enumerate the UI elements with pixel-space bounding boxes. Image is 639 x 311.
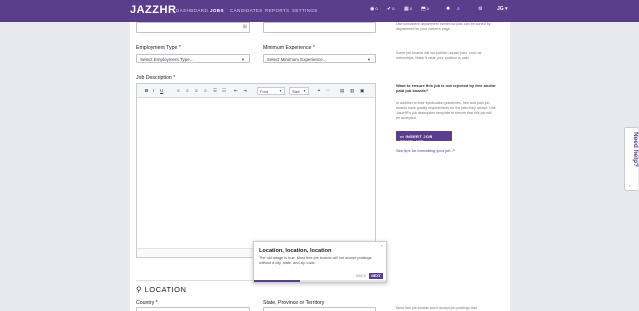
lookup-icon[interactable]: ⊞ [243, 24, 247, 30]
department-hint: Use consistent department names so jobs … [396, 22, 491, 31]
tooltip-body: The old adage is true. Most free job boa… [259, 256, 372, 265]
job-description-label: Job Description * [136, 75, 175, 81]
state-input[interactable] [263, 307, 376, 311]
unlink-icon[interactable]: ⚯ [326, 88, 330, 94]
employment-hint: Some job boards will not publish unpaid … [396, 51, 482, 60]
map-pin-icon: ⚲ [136, 285, 142, 294]
employment-type-select[interactable]: Select Employment Type... ▼ [136, 54, 250, 63]
thumbs-up-icon[interactable]: ✔0 [387, 6, 394, 12]
need-help-label: Need help? [632, 132, 639, 168]
location-hint: Most free job boards won't accept job po… [396, 306, 477, 310]
location-title-text: LOCATION [144, 285, 187, 294]
external-link-icon: ↗ [451, 148, 455, 153]
required-mark: * [173, 75, 176, 81]
tooltip-back-button[interactable]: BACK [356, 274, 366, 278]
required-mark: * [178, 45, 181, 51]
top-right-input[interactable] [263, 22, 376, 33]
country-select[interactable] [136, 307, 250, 311]
min-experience-label: Minimum Experience * [263, 45, 315, 51]
nav-jobs[interactable]: JOBS [210, 8, 224, 13]
insert-job-template-button[interactable]: ▭ INSERT JOB TEMPLATE [396, 131, 452, 144]
required-mark: * [155, 300, 158, 306]
walkthrough-tooltip: × Location, location, location The old a… [253, 241, 387, 283]
country-label: Country * [136, 300, 158, 306]
size-select[interactable]: Size ▼ [289, 87, 309, 95]
source-icon[interactable]: ▤ [340, 88, 344, 94]
align-left-icon[interactable]: ≡ [177, 88, 180, 93]
min-experience-value: Select Minimum Experience... [267, 57, 327, 62]
chevron-down-icon: ▼ [279, 89, 282, 93]
tooltip-progress-bar [254, 280, 386, 282]
numbered-list-icon[interactable]: ☷ [222, 88, 226, 94]
align-center-icon[interactable]: ≡ [186, 88, 189, 93]
paste-icon[interactable]: ▥ [350, 88, 354, 94]
formatting-tips-link[interactable]: See tips for formatting your job ↗ [396, 148, 455, 153]
inbox-icon[interactable]: ⬒0 [421, 6, 429, 12]
size-select-label: Size [292, 89, 300, 94]
need-help-tab[interactable]: Need help? ‹ [624, 127, 639, 191]
required-mark: * [312, 45, 315, 51]
font-select[interactable]: Font ▼ [257, 87, 285, 95]
state-label: State, Province or Territory [263, 300, 325, 306]
user-menu[interactable]: JG ▾ [497, 6, 508, 12]
nav-settings[interactable]: SETTINGS [292, 8, 318, 13]
outdent-icon[interactable]: ⇤ [234, 88, 238, 94]
bullet-list-icon[interactable]: ☰ [213, 88, 217, 94]
nav-dashboard[interactable]: DASHBOARD [176, 8, 208, 13]
job-description-editor[interactable]: B I U ≡ ≡ ≡ ≡ ☰ ☷ ⇤ ⇥ Font ▼ Size ▼ ⚭ ⚯ ▤ … [136, 83, 376, 258]
user-initials: JG [497, 6, 504, 12]
bold-icon[interactable]: B [145, 88, 148, 93]
calendar-icon[interactable]: ▦0 [404, 6, 412, 12]
free-boards-question: Want to ensure this job is not rejected … [396, 83, 496, 93]
align-justify-icon[interactable]: ≡ [204, 88, 207, 93]
nav-reports[interactable]: REPORTS [265, 8, 289, 13]
tooltip-progress-fill [254, 280, 301, 282]
align-right-icon[interactable]: ≡ [195, 88, 198, 93]
lightbulb-icon[interactable]: ✹ [446, 6, 450, 12]
country-label-text: Country [136, 300, 155, 306]
inbox-count: 0 [426, 6, 429, 11]
syndication-hint: In addition to their syndication guideli… [396, 101, 496, 120]
calendar-count: 0 [409, 6, 412, 11]
eye-count: 0 [375, 6, 378, 11]
job-description-label-text: Job Description [136, 75, 172, 81]
top-nav-bar: JAZZHR DASHBOARD JOBS CANDIDATES REPORTS… [0, 0, 639, 22]
indent-icon[interactable]: ⇥ [243, 88, 247, 94]
employment-type-label: Employment Type * [136, 45, 181, 51]
chevron-down-icon: ▼ [303, 89, 306, 93]
formatting-tips-text: See tips for formatting your job [396, 148, 451, 153]
editor-toolbar: B I U ≡ ≡ ≡ ≡ ☰ ☷ ⇤ ⇥ Font ▼ Size ▼ ⚭ ⚯ ▤ … [137, 84, 375, 98]
employment-type-value: Select Employment Type... [140, 57, 194, 62]
employment-type-label-text: Employment Type [136, 45, 178, 51]
tooltip-next-button[interactable]: NEXT [369, 273, 383, 279]
eye-icon[interactable]: ◉0 [370, 6, 378, 12]
nav-candidates[interactable]: CANDIDATES [230, 8, 263, 13]
chevron-down-icon: ▼ [367, 57, 371, 62]
underline-icon[interactable]: U [160, 88, 163, 93]
tooltip-title: Location, location, location [259, 248, 332, 254]
thumbs-up-count: 0 [392, 6, 395, 11]
search-icon[interactable]: ⌕ [457, 6, 460, 12]
chevron-left-icon: ‹ [629, 183, 631, 188]
location-section-title: ⚲ LOCATION [136, 285, 186, 294]
italic-icon[interactable]: I [153, 88, 154, 93]
department-input[interactable]: ⊞ [136, 22, 250, 33]
gear-icon[interactable]: ⚙ [478, 6, 482, 12]
min-experience-label-text: Minimum Experience [263, 45, 312, 51]
image-icon[interactable]: ▣ [360, 88, 364, 94]
jazzhr-logo[interactable]: JAZZHR [130, 4, 176, 16]
min-experience-select[interactable]: Select Minimum Experience... ▼ [263, 54, 376, 63]
font-select-label: Font [260, 89, 269, 94]
chevron-down-icon: ▼ [241, 57, 245, 62]
close-icon[interactable]: × [381, 243, 383, 248]
link-icon[interactable]: ⚭ [317, 88, 321, 94]
